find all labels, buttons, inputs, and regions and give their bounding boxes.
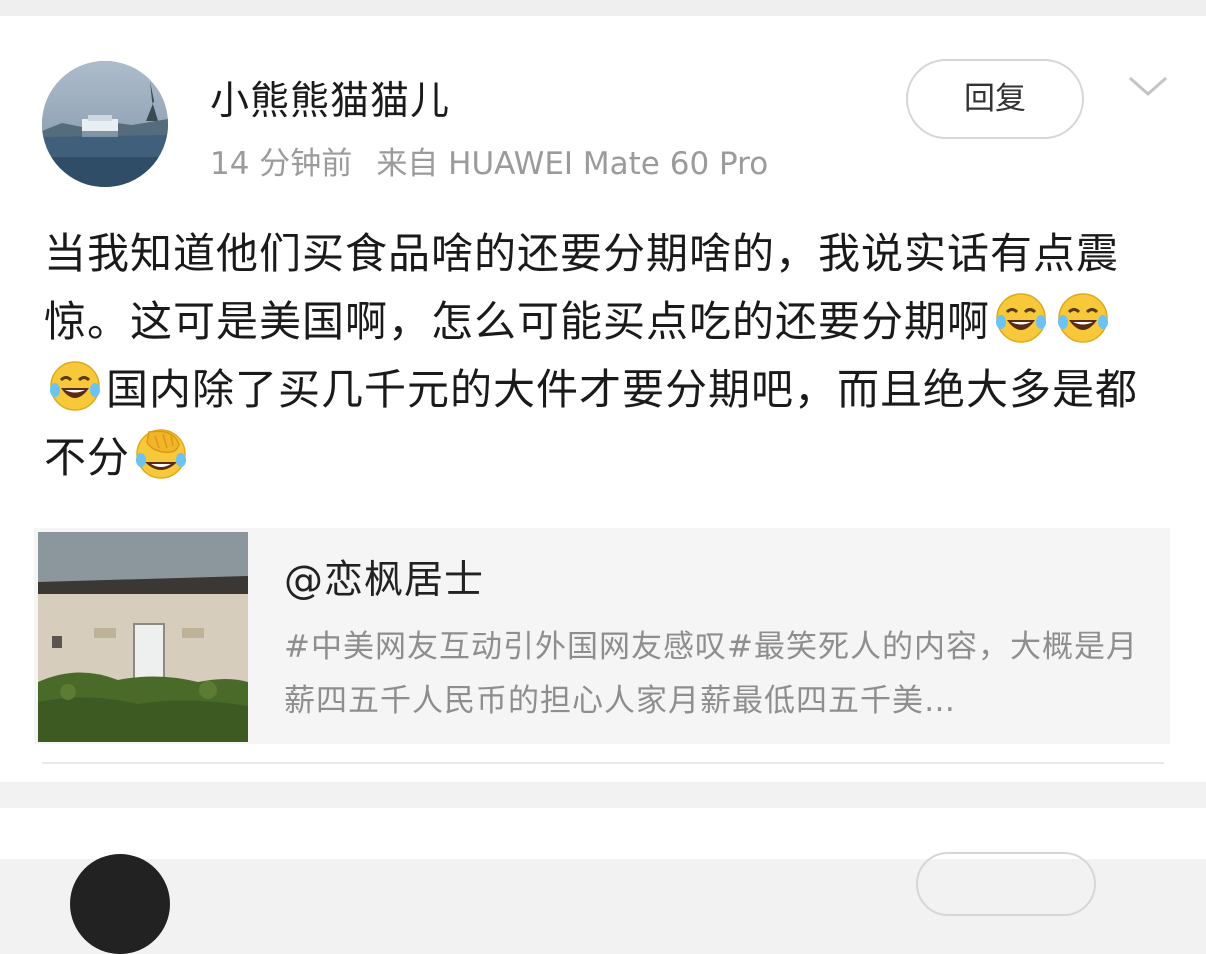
laugh-cry-emoji bbox=[996, 293, 1047, 343]
next-reply-button[interactable] bbox=[916, 852, 1096, 916]
post-time: 14 分钟前 bbox=[210, 146, 353, 182]
reply-button[interactable]: 回复 bbox=[906, 59, 1084, 139]
post-text-part2: 国内除了买几千元的大件才要分期吧，而且绝大多是都不分 bbox=[44, 365, 1139, 482]
quoted-post-thumbnail[interactable] bbox=[38, 532, 248, 742]
laugh-cry-emoji bbox=[1058, 293, 1109, 343]
top-separator bbox=[0, 0, 1206, 16]
author-name[interactable]: 小熊熊猫猫儿 bbox=[210, 78, 450, 126]
chevron-down-icon[interactable] bbox=[1126, 70, 1170, 102]
quoted-author[interactable]: @恋枫居士 bbox=[284, 556, 484, 606]
laugh-cry-emoji bbox=[50, 361, 100, 411]
post-source: 来自 HUAWEI Mate 60 Pro bbox=[376, 146, 769, 182]
card-divider bbox=[42, 762, 1164, 764]
quoted-text: #中美网友互动引外国网友感叹#最笑死人的内容，大概是月薪四五千人民币的担心人家月… bbox=[284, 629, 1138, 719]
next-post-card bbox=[0, 808, 1206, 954]
thumbnail-image bbox=[38, 532, 248, 742]
next-avatar[interactable] bbox=[70, 854, 170, 954]
quoted-post[interactable]: @恋枫居士 #中美网友互动引外国网友感叹#最笑死人的内容，大概是月薪四五千人民币… bbox=[34, 528, 1170, 744]
avatar[interactable] bbox=[42, 61, 168, 187]
post-text: 当我知道他们买食品啥的还要分期啥的，我说实话有点震惊。这可是美国啊，怎么可能买点… bbox=[44, 220, 1154, 492]
avatar-image bbox=[42, 61, 168, 187]
post-meta: 14 分钟前 来自 HUAWEI Mate 60 Pro bbox=[210, 144, 768, 184]
facepalm-cry-emoji bbox=[136, 429, 187, 479]
post-text-part1: 当我知道他们买食品啥的还要分期啥的，我说实话有点震惊。这可是美国啊，怎么可能买点… bbox=[44, 229, 1120, 346]
